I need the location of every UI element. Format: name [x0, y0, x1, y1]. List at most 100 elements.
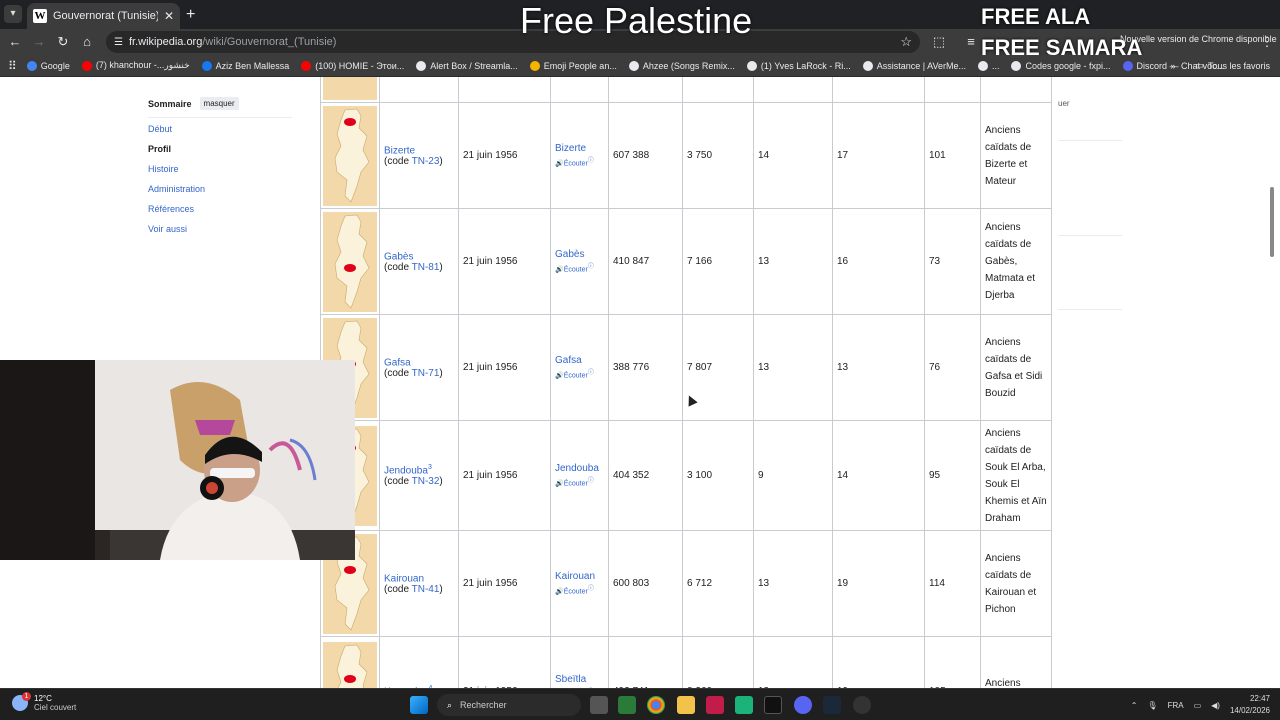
capital-link[interactable]: Jendouba: [555, 463, 599, 474]
bookmark-item[interactable]: Codes google - fxpi...: [1011, 60, 1111, 71]
chrome-icon[interactable]: [647, 696, 665, 714]
app-icon[interactable]: [618, 696, 636, 714]
map-thumbnail[interactable]: [323, 77, 377, 100]
creation-date: 21 juin 1956: [458, 314, 551, 421]
heritage-text: Anciens caïdats de Bizerte et Mateur: [980, 102, 1052, 209]
toc-item[interactable]: Début: [148, 124, 298, 134]
bookmark-item[interactable]: (1) Yves LaRock - Ri...: [746, 60, 851, 71]
bookmark-item[interactable]: ...: [977, 60, 999, 71]
governorate-map[interactable]: [323, 211, 377, 312]
tab-search-button[interactable]: ▾: [4, 5, 22, 23]
governorate-link[interactable]: Bizerte: [384, 145, 415, 156]
capital-link[interactable]: Gafsa: [555, 355, 582, 366]
microphone-icon[interactable]: 🎙: [1147, 701, 1157, 710]
governorate-link[interactable]: Jendouba: [384, 465, 428, 476]
bookmark-item[interactable]: Aziz Ben Mallessa: [201, 60, 290, 71]
obs-icon[interactable]: [853, 696, 871, 714]
capital-link[interactable]: Gabès: [555, 249, 584, 260]
population: 410 847: [608, 208, 683, 315]
new-tab-button[interactable]: +: [186, 6, 195, 24]
reading-list-icon[interactable]: ≡: [962, 33, 980, 51]
folder-icon: ▭: [1195, 60, 1204, 70]
bookmark-label: Google: [40, 60, 70, 71]
bookmark-item[interactable]: Emoji People an...: [529, 60, 617, 71]
population: 404 352: [608, 420, 683, 531]
info-icon[interactable]: ⓘ: [588, 264, 594, 270]
forward-arrow-icon[interactable]: →: [30, 33, 48, 51]
close-tab-icon[interactable]: ✕: [164, 9, 174, 23]
steam-icon[interactable]: [823, 696, 841, 714]
windows-start-icon[interactable]: [410, 696, 428, 714]
capital-link[interactable]: Sbeïtla: [555, 674, 586, 685]
info-icon[interactable]: ⓘ: [588, 370, 594, 376]
footnote-ref[interactable]: 3: [428, 464, 432, 471]
chevron-up-icon[interactable]: ⌃: [1131, 701, 1138, 710]
bookmark-star-icon[interactable]: ☆: [900, 34, 912, 50]
bookmark-item[interactable]: Ahzee (Songs Remix...: [628, 60, 735, 71]
app-icon[interactable]: [706, 696, 724, 714]
address-bar[interactable]: ☰ fr.wikipedia.org/wiki/Gouvernorat_(Tun…: [106, 31, 920, 53]
file-explorer-icon[interactable]: [677, 696, 695, 714]
info-icon[interactable]: ⓘ: [588, 158, 594, 164]
governorate-link[interactable]: Gafsa: [384, 357, 411, 368]
listen-button[interactable]: 🔊Écouterⓘ: [555, 261, 604, 273]
network-icon[interactable]: ▭: [1194, 701, 1202, 710]
toc-item[interactable]: Voir aussi: [148, 224, 298, 234]
toc-item[interactable]: Références: [148, 204, 298, 214]
bookmark-item[interactable]: (7) khanchour -...خنشور: [81, 60, 190, 71]
iso-code-link[interactable]: TN-71: [412, 368, 440, 379]
info-icon[interactable]: ⓘ: [588, 478, 594, 484]
task-view-icon[interactable]: [590, 696, 608, 714]
governorate-link[interactable]: Kairouan: [384, 573, 424, 584]
page-scrollbar[interactable]: [1268, 82, 1276, 682]
extensions-icon[interactable]: ⬚: [930, 33, 948, 51]
app-icon[interactable]: [764, 696, 782, 714]
toc-item[interactable]: Histoire: [148, 164, 298, 174]
capital-link[interactable]: Bizerte: [555, 143, 586, 154]
bookmark-item[interactable]: Alert Box / Streamla...: [416, 60, 518, 71]
bookmark-label: (100) HOMIE - Этои...: [315, 60, 405, 71]
iso-code-link[interactable]: TN-81: [412, 262, 440, 273]
bookmark-item[interactable]: (100) HOMIE - Этои...: [301, 60, 405, 71]
scrollbar-thumb[interactable]: [1270, 187, 1274, 257]
home-icon[interactable]: ⌂: [78, 33, 96, 51]
bookmark-favicon-icon: [746, 60, 757, 71]
site-info-icon[interactable]: ☰: [114, 37, 123, 48]
governorate-map[interactable]: [323, 105, 377, 206]
iso-code-link[interactable]: TN-41: [412, 584, 440, 595]
taskbar-search-box[interactable]: ⌕ Rechercher: [437, 694, 581, 716]
back-arrow-icon[interactable]: ←: [6, 33, 24, 51]
browser-tab[interactable]: W Gouvernorat (Tunisie) — Wikipédia ✕: [27, 3, 180, 29]
app-icon[interactable]: [735, 696, 753, 714]
listen-button[interactable]: 🔊Écouterⓘ: [555, 155, 604, 167]
reload-icon[interactable]: ↻: [54, 33, 72, 51]
governorate-link[interactable]: Gabès: [384, 251, 413, 262]
all-favorites-link[interactable]: Tous les favoris: [1208, 61, 1270, 71]
chrome-update-notice[interactable]: Nouvelle version de Chrome disponible: [1120, 34, 1277, 44]
toc-item[interactable]: Profil: [148, 144, 298, 154]
governorate-map[interactable]: [323, 641, 377, 688]
clock[interactable]: 22:47 14/02/2026: [1230, 693, 1270, 717]
delegations-count: 13: [753, 530, 833, 637]
iso-code-link[interactable]: TN-23: [412, 156, 440, 167]
apps-grid-icon[interactable]: ⠿: [8, 59, 17, 73]
chrome-menu-icon[interactable]: ⋮: [1258, 33, 1276, 51]
listen-button[interactable]: 🔊Écouterⓘ: [555, 583, 604, 595]
more-bookmarks-icon[interactable]: »: [1170, 61, 1175, 71]
discord-icon[interactable]: [794, 696, 812, 714]
iso-code-link[interactable]: TN-32: [412, 476, 440, 487]
volume-icon[interactable]: ◀): [1211, 701, 1220, 710]
language-indicator[interactable]: FRA: [1168, 701, 1184, 710]
weather-widget[interactable]: 1 12°C Ciel couvert: [12, 692, 76, 712]
bookmark-item[interactable]: Google: [26, 60, 70, 71]
toc-hide-button[interactable]: masquer: [199, 97, 239, 110]
bookmark-label: Aziz Ben Mallessa: [215, 60, 290, 71]
toc-item[interactable]: Administration: [148, 184, 298, 194]
bookmark-favicon-icon: [201, 60, 212, 71]
listen-button[interactable]: 🔊Écouterⓘ: [555, 475, 604, 487]
info-icon[interactable]: ⓘ: [588, 586, 594, 592]
capital-link[interactable]: Kairouan: [555, 571, 595, 582]
imadas-count: 76: [924, 314, 981, 421]
bookmark-item[interactable]: Assistance | AVerMe...: [862, 60, 966, 71]
listen-button[interactable]: 🔊Écouterⓘ: [555, 367, 604, 379]
